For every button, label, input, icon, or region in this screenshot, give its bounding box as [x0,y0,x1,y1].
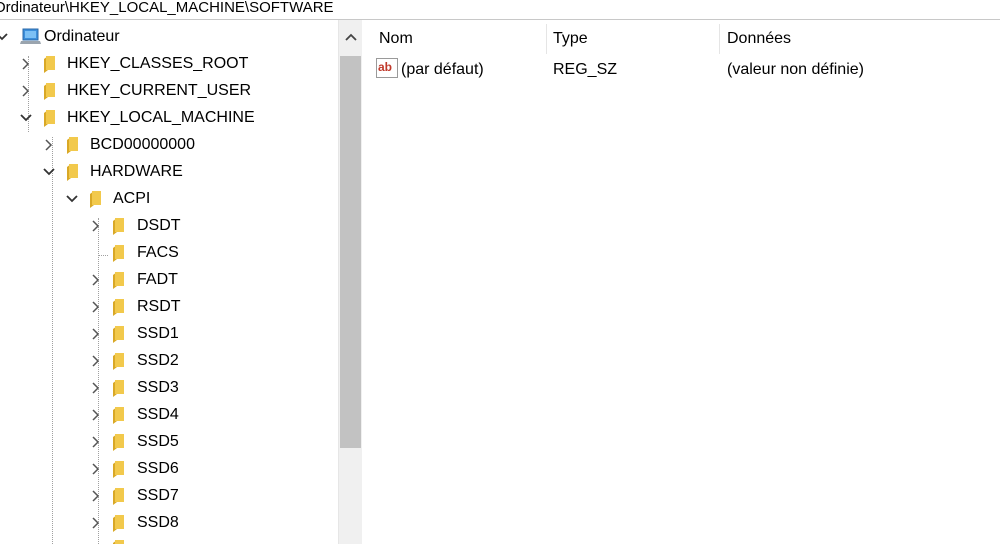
column-header-data[interactable]: Données [727,30,791,48]
tree-label: SSD3 [137,379,179,396]
folder-icon [113,353,124,370]
tree-label: SSD2 [137,352,179,369]
tree-item-ssd7[interactable]: SSD7 [0,483,338,510]
tree-item-ordinateur[interactable]: Ordinateur [0,24,338,51]
folder-icon [113,380,124,397]
tree-item-rsdt[interactable]: RSDT [0,294,338,321]
tree-item-ssd3[interactable]: SSD3 [0,375,338,402]
folder-icon [113,218,124,235]
string-value-icon: ab [376,58,398,78]
folder-icon [113,272,124,289]
chevron-right-icon[interactable] [88,217,104,235]
chevron-right-icon[interactable] [88,433,104,451]
values-list[interactable]: Nom Type Données ab (par défaut) REG_SZ … [372,20,1000,544]
tree-label: HKEY_CURRENT_USER [67,82,252,99]
tree-label: SSD1 [137,325,179,342]
chevron-right-icon[interactable] [88,406,104,424]
folder-icon [44,83,55,100]
tree-label: ACPI [113,190,151,207]
computer-icon [20,28,41,44]
chevron-right-icon[interactable] [88,487,104,505]
tree-item-hardware[interactable]: HARDWARE [0,159,338,186]
tree-item-acpi[interactable]: ACPI [0,186,338,213]
column-divider[interactable] [719,24,720,54]
folder-icon [113,407,124,424]
tree-item-fadt[interactable]: FADT [0,267,338,294]
chevron-down-icon[interactable] [0,28,10,46]
tree-item-bcd00000000[interactable]: BCD00000000 [0,132,338,159]
tree-label: BCD00000000 [90,136,195,153]
folder-icon [113,515,124,532]
tree-label: SSD8 [137,514,179,531]
tree-label: SSD7 [137,487,179,504]
folder-icon [113,326,124,343]
chevron-right-icon[interactable] [88,460,104,478]
tree-item-hkey-current-user[interactable]: HKEY_CURRENT_USER [0,78,338,105]
tree-label: HARDWARE [90,163,183,180]
tree-item-hkey-classes-root[interactable]: HKEY_CLASSES_ROOT [0,51,338,78]
tree-scrollbar[interactable] [338,20,363,544]
tree-item-dsdt[interactable]: DSDT [0,213,338,240]
tree-item-facs[interactable]: FACS [0,240,338,267]
chevron-right-icon[interactable] [88,379,104,397]
folder-icon [113,461,124,478]
tree-label: SSD5 [137,433,179,450]
chevron-right-icon[interactable] [88,271,104,289]
address-path: Ordinateur\HKEY_LOCAL_MACHINE\SOFTWARE [0,0,334,16]
tree-item-ssd5[interactable]: SSD5 [0,429,338,456]
tree-label: RSDT [137,298,181,315]
folder-icon [113,488,124,505]
tree-label: SSD6 [137,460,179,477]
scroll-up-button[interactable] [339,20,363,54]
tree-item-ssd8[interactable]: SSD8 [0,510,338,537]
tree-item-ssd6[interactable]: SSD6 [0,456,338,483]
tree-label: FACS [137,244,179,261]
column-divider[interactable] [546,24,547,54]
value-data: (valeur non définie) [727,61,864,78]
chevron-up-icon [345,33,357,41]
tree-label: HKEY_LOCAL_MACHINE [67,109,255,126]
folder-icon [113,434,124,451]
column-header-type[interactable]: Type [553,30,588,48]
folder-icon [113,540,124,544]
chevron-down-icon[interactable] [41,163,57,181]
folder-icon [44,56,55,73]
tree-label: DSDT [137,217,181,234]
tree-item-ssd1[interactable]: SSD1 [0,321,338,348]
chevron-right-icon[interactable] [88,325,104,343]
scroll-thumb[interactable] [340,56,361,448]
value-type: REG_SZ [553,61,618,78]
value-row[interactable]: ab (par défaut) REG_SZ (valeur non défin… [372,58,1000,82]
address-bar[interactable]: Ordinateur\HKEY_LOCAL_MACHINE\SOFTWARE [0,0,1000,20]
folder-icon [90,191,101,208]
folder-icon [67,164,78,181]
tree-item-ssd4[interactable]: SSD4 [0,402,338,429]
chevron-right-icon[interactable] [88,298,104,316]
chevron-right-icon[interactable] [18,55,34,73]
svg-text:ab: ab [378,60,392,74]
folder-icon [113,245,124,262]
value-name: (par défaut) [401,61,484,78]
chevron-right-icon[interactable] [18,82,34,100]
chevron-right-icon[interactable] [41,136,57,154]
tree-label: FADT [137,271,178,288]
folder-icon [67,137,78,154]
registry-tree[interactable]: Ordinateur HKEY_CLASSES_ROOT HKEY_CURREN… [0,20,338,544]
tree-item-ssd2[interactable]: SSD2 [0,348,338,375]
folder-icon [44,110,55,127]
chevron-right-icon[interactable] [88,352,104,370]
column-header-name[interactable]: Nom [379,30,413,48]
chevron-down-icon[interactable] [18,109,34,127]
tree-item-hkey-local-machine[interactable]: HKEY_LOCAL_MACHINE [0,105,338,132]
folder-icon [113,299,124,316]
chevron-down-icon[interactable] [64,190,80,208]
column-headers: Nom Type Données [372,20,1000,56]
tree-label: SSD4 [137,406,179,423]
chevron-right-icon[interactable] [88,514,104,532]
tree-label: HKEY_CLASSES_ROOT [67,55,249,72]
tree-label: Ordinateur [44,28,120,45]
